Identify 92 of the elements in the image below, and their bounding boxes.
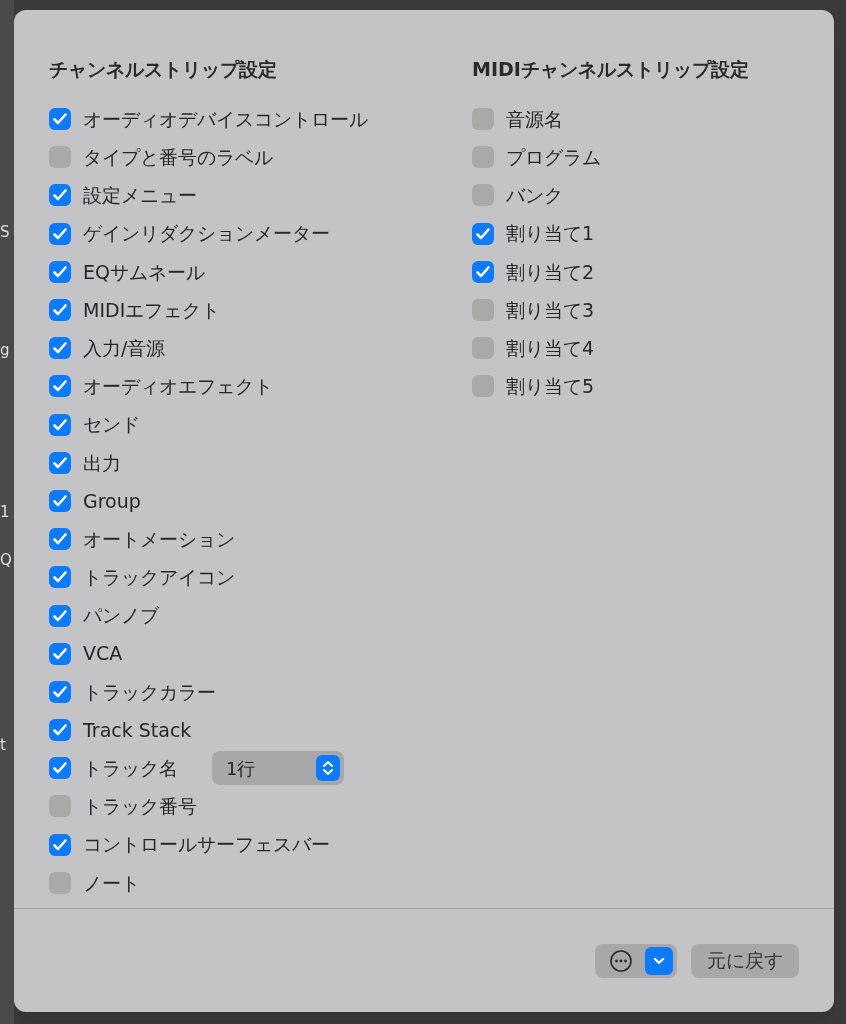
stepper-icon xyxy=(316,755,340,782)
option-label: トラック番号 xyxy=(83,794,197,820)
checkbox[interactable] xyxy=(472,184,494,207)
checkbox[interactable] xyxy=(49,604,71,627)
checkmark-icon xyxy=(53,304,67,317)
option-label: オーディオデバイスコントロール xyxy=(83,106,368,132)
option-label: 割り当て1 xyxy=(506,221,595,247)
checkmark-icon xyxy=(53,227,67,240)
option-label: センド xyxy=(83,412,140,438)
checkbox[interactable] xyxy=(49,528,71,551)
option-label: MIDIエフェクト xyxy=(83,297,221,323)
checkbox[interactable] xyxy=(472,108,494,131)
popup-value: 1行 xyxy=(226,756,256,781)
more-icon xyxy=(609,948,633,973)
option-label: トラックアイコン xyxy=(83,565,235,591)
background-text: S xyxy=(0,222,10,242)
checkbox[interactable] xyxy=(49,833,71,856)
checkmark-icon xyxy=(53,380,67,393)
option-label: オーディオエフェクト xyxy=(83,374,273,400)
checkbox[interactable] xyxy=(472,299,494,322)
option-label: 設定メニュー xyxy=(83,183,197,209)
option-label: VCA xyxy=(83,641,123,667)
checkbox[interactable] xyxy=(49,795,71,818)
option-label: バンク xyxy=(506,183,563,209)
option-label: 音源名 xyxy=(506,106,563,132)
checkmark-icon xyxy=(53,418,67,431)
checkmark-icon xyxy=(53,762,67,775)
option-label: Track Stack xyxy=(83,717,192,743)
checkmark-icon xyxy=(53,571,67,584)
checkbox[interactable] xyxy=(49,757,71,780)
checkbox[interactable] xyxy=(49,642,71,665)
option-label: 割り当て3 xyxy=(506,297,595,323)
checkbox[interactable] xyxy=(49,375,71,398)
checkmark-icon xyxy=(53,456,67,469)
action-menu[interactable] xyxy=(595,943,677,978)
option-label: タイプと番号のラベル xyxy=(83,145,273,171)
option-label: Group xyxy=(83,488,141,514)
option-label: プログラム xyxy=(506,145,601,171)
background-text: 1 xyxy=(0,502,10,522)
checkbox[interactable] xyxy=(49,719,71,742)
option-label: 出力 xyxy=(83,450,121,476)
background-text: g xyxy=(0,340,10,360)
checkmark-icon xyxy=(53,189,67,202)
checkmark-icon xyxy=(53,838,67,851)
checkmark-icon xyxy=(476,227,490,240)
checkmark-icon xyxy=(53,265,67,278)
checkbox[interactable] xyxy=(49,222,71,245)
checkmark-icon xyxy=(476,265,490,278)
option-label: EQサムネール xyxy=(83,259,205,285)
line-count-popup[interactable]: 1行 xyxy=(212,751,344,786)
checkbox[interactable] xyxy=(49,184,71,207)
checkbox[interactable] xyxy=(49,299,71,322)
checkbox[interactable] xyxy=(49,108,71,131)
option-label: トラック名 xyxy=(83,756,178,782)
chevron-down-icon xyxy=(645,946,673,975)
checkbox[interactable] xyxy=(49,451,71,474)
checkbox[interactable] xyxy=(49,146,71,169)
checkbox[interactable] xyxy=(472,375,494,398)
option-label: オートメーション xyxy=(83,526,235,552)
checkmark-icon xyxy=(53,685,67,698)
checkmark-icon xyxy=(53,113,67,126)
checkbox[interactable] xyxy=(49,413,71,436)
checkmark-icon xyxy=(53,724,67,737)
option-label: 割り当て4 xyxy=(506,335,595,361)
option-label: コントロールサーフェスバー xyxy=(83,832,330,858)
option-label: 入力/音源 xyxy=(83,335,166,361)
checkbox[interactable] xyxy=(472,146,494,169)
background-text: t xyxy=(0,735,6,755)
checkbox[interactable] xyxy=(472,222,494,245)
checkmark-icon xyxy=(53,494,67,507)
option-label: ゲインリダクションメーター xyxy=(83,221,330,247)
checkbox[interactable] xyxy=(49,489,71,512)
option-label: ノート xyxy=(83,870,140,896)
section-title: チャンネルストリップ設定 xyxy=(49,57,278,82)
reset-button[interactable]: 元に戻す xyxy=(691,943,799,978)
checkmark-icon xyxy=(53,647,67,660)
checkmark-icon xyxy=(53,533,67,546)
checkbox[interactable] xyxy=(472,337,494,360)
checkbox[interactable] xyxy=(49,566,71,589)
section-title: MIDIチャンネルストリップ設定 xyxy=(472,57,749,82)
checkbox[interactable] xyxy=(472,260,494,283)
checkmark-icon xyxy=(53,342,67,355)
checkbox[interactable] xyxy=(49,680,71,703)
checkbox[interactable] xyxy=(49,871,71,894)
option-label: トラックカラー xyxy=(83,679,216,705)
checkbox[interactable] xyxy=(49,337,71,360)
option-label: 割り当て2 xyxy=(506,259,595,285)
checkmark-icon xyxy=(53,609,67,622)
option-label: パンノブ xyxy=(83,603,159,629)
option-label: 割り当て5 xyxy=(506,374,595,400)
background-text: Q xyxy=(0,550,12,570)
checkbox[interactable] xyxy=(49,260,71,283)
